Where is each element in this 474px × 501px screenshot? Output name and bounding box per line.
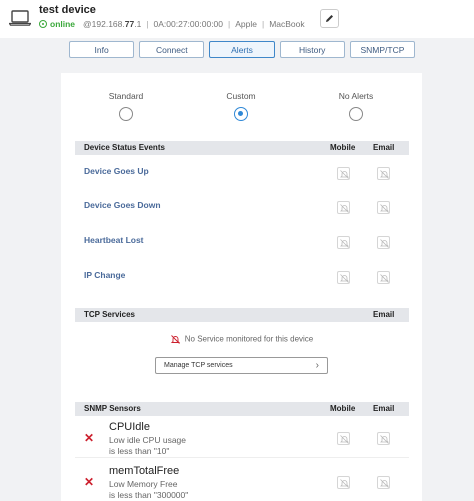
bell-off-icon	[380, 170, 389, 179]
mobile-alert-toggle[interactable]	[337, 167, 350, 180]
email-alert-toggle[interactable]	[377, 271, 390, 284]
bell-slash-icon	[170, 335, 180, 344]
radio-custom-circle[interactable]	[234, 107, 248, 121]
mobile-alert-toggle[interactable]	[337, 432, 350, 445]
status-text: online	[50, 19, 76, 29]
mac-address: 0A:00:27:00:00:00	[153, 19, 224, 29]
device-meta: online @192.168.77.1 | 0A:00:27:00:00:00…	[39, 19, 305, 29]
no-service-message: No Service monitored for this device	[61, 334, 422, 345]
event-row-heartbeat-lost: Heartbeat Lost	[75, 225, 409, 259]
alerts-panel: Standard Custom No Alerts Device Status …	[61, 73, 422, 501]
tcp-services-header: TCP Services Email	[75, 308, 409, 322]
event-row-device-down: Device Goes Down	[75, 190, 409, 224]
bell-off-icon	[340, 170, 349, 179]
online-status-icon	[39, 20, 47, 28]
radio-custom[interactable]: Custom	[196, 91, 286, 121]
mobile-alert-toggle[interactable]	[337, 271, 350, 284]
tab-alerts[interactable]: Alerts	[209, 41, 275, 58]
chevron-right-icon: ›	[315, 360, 319, 371]
email-alert-toggle[interactable]	[377, 167, 390, 180]
vendor: Apple	[235, 19, 257, 29]
device-title: test device	[39, 4, 96, 16]
radio-standard[interactable]: Standard	[81, 91, 171, 121]
remove-sensor-icon[interactable]: ✕	[84, 475, 94, 489]
tab-snmp-tcp[interactable]: SNMP/TCP	[349, 41, 416, 58]
bell-off-icon	[380, 274, 389, 283]
edit-button[interactable]	[320, 9, 339, 28]
tab-history[interactable]: History	[279, 41, 345, 58]
bell-off-icon	[340, 274, 349, 283]
manage-tcp-services-button[interactable]: Manage TCP services ›	[155, 357, 328, 374]
mobile-alert-toggle[interactable]	[337, 476, 350, 489]
event-row-device-up: Device Goes Up	[75, 156, 409, 190]
snmp-sensor-row: ✕ CPUIdle Low idle CPU usage is less tha…	[75, 420, 409, 458]
device-status-header: Device Status Events Mobile Email	[75, 141, 409, 155]
email-alert-toggle[interactable]	[377, 432, 390, 445]
snmp-sensor-row: ✕ memTotalFree Low Memory Free is less t…	[75, 464, 409, 501]
ip-address: @192.168.77.1	[83, 19, 142, 29]
tab-connect[interactable]: Connect	[139, 41, 205, 58]
bell-off-icon	[340, 239, 349, 248]
model: MacBook	[269, 19, 305, 29]
email-alert-toggle[interactable]	[377, 236, 390, 249]
email-alert-toggle[interactable]	[377, 476, 390, 489]
bell-off-icon	[380, 204, 389, 213]
laptop-icon	[9, 10, 31, 26]
pencil-icon	[326, 15, 333, 22]
remove-sensor-icon[interactable]: ✕	[84, 431, 94, 445]
radio-no-alerts[interactable]: No Alerts	[311, 91, 401, 121]
bell-off-icon	[380, 479, 389, 488]
alert-mode-group: Standard Custom No Alerts	[61, 91, 422, 131]
bell-off-icon	[340, 479, 349, 488]
bell-off-icon	[380, 239, 389, 248]
tab-info[interactable]: Info	[69, 41, 135, 58]
radio-standard-circle[interactable]	[119, 107, 133, 121]
mobile-alert-toggle[interactable]	[337, 236, 350, 249]
tab-bar: Info Connect Alerts History SNMP/TCP	[69, 41, 416, 59]
snmp-sensors-header: SNMP Sensors Mobile Email	[75, 402, 409, 416]
bell-off-icon	[380, 435, 389, 444]
email-alert-toggle[interactable]	[377, 201, 390, 214]
event-row-ip-change: IP Change	[75, 260, 409, 294]
mobile-alert-toggle[interactable]	[337, 201, 350, 214]
radio-no-alerts-circle[interactable]	[349, 107, 363, 121]
bell-off-icon	[340, 204, 349, 213]
device-header: test device online @192.168.77.1 | 0A:00…	[0, 0, 474, 38]
bell-off-icon	[340, 435, 349, 444]
